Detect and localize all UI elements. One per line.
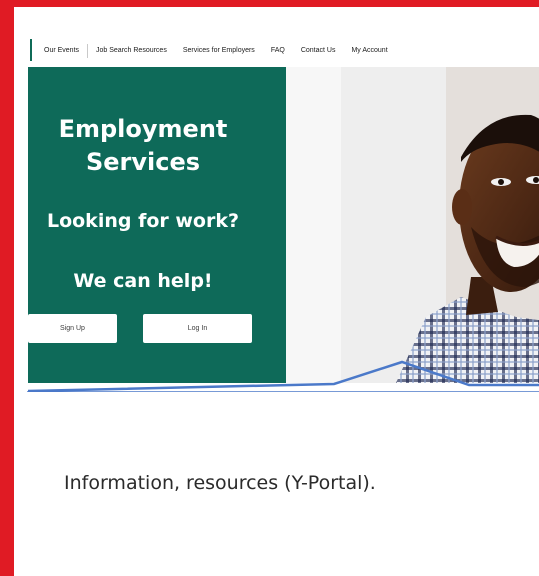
top-navigation: Our Events Job Search Resources Services… <box>28 34 539 67</box>
nav-item-services-for-employers[interactable]: Services for Employers <box>175 44 263 58</box>
nav-item-contact-us[interactable]: Contact Us <box>293 44 344 58</box>
nav-item-job-search-resources[interactable]: Job Search Resources <box>88 44 175 58</box>
nav-item-faq[interactable]: FAQ <box>263 44 293 58</box>
nav-accent-bar <box>30 39 32 61</box>
hero-help-text: We can help! <box>73 270 213 292</box>
hero-panel: Employment Services Looking for work? We… <box>28 67 286 383</box>
nav-item-our-events[interactable]: Our Events <box>44 44 89 58</box>
nav-items: Our Events Job Search Resources Services… <box>44 44 396 58</box>
page-frame: Our Events Job Search Resources Services… <box>0 0 539 576</box>
hero-photo <box>286 67 539 383</box>
log-in-button[interactable]: Log In <box>143 314 252 343</box>
smiling-man-photo <box>286 67 539 383</box>
sign-up-button[interactable]: Sign Up <box>28 314 117 343</box>
info-text: Information, resources (Y-Portal). <box>64 472 376 494</box>
nav-item-my-account[interactable]: My Account <box>343 44 395 58</box>
hero-title-line-2: Services <box>85 148 201 176</box>
hero-question: Looking for work? <box>46 210 240 232</box>
info-card: Information, resources (Y-Portal). <box>28 383 539 576</box>
hero-title: Employment Services <box>28 113 258 179</box>
hero-title-line-1: Employment <box>58 115 228 143</box>
